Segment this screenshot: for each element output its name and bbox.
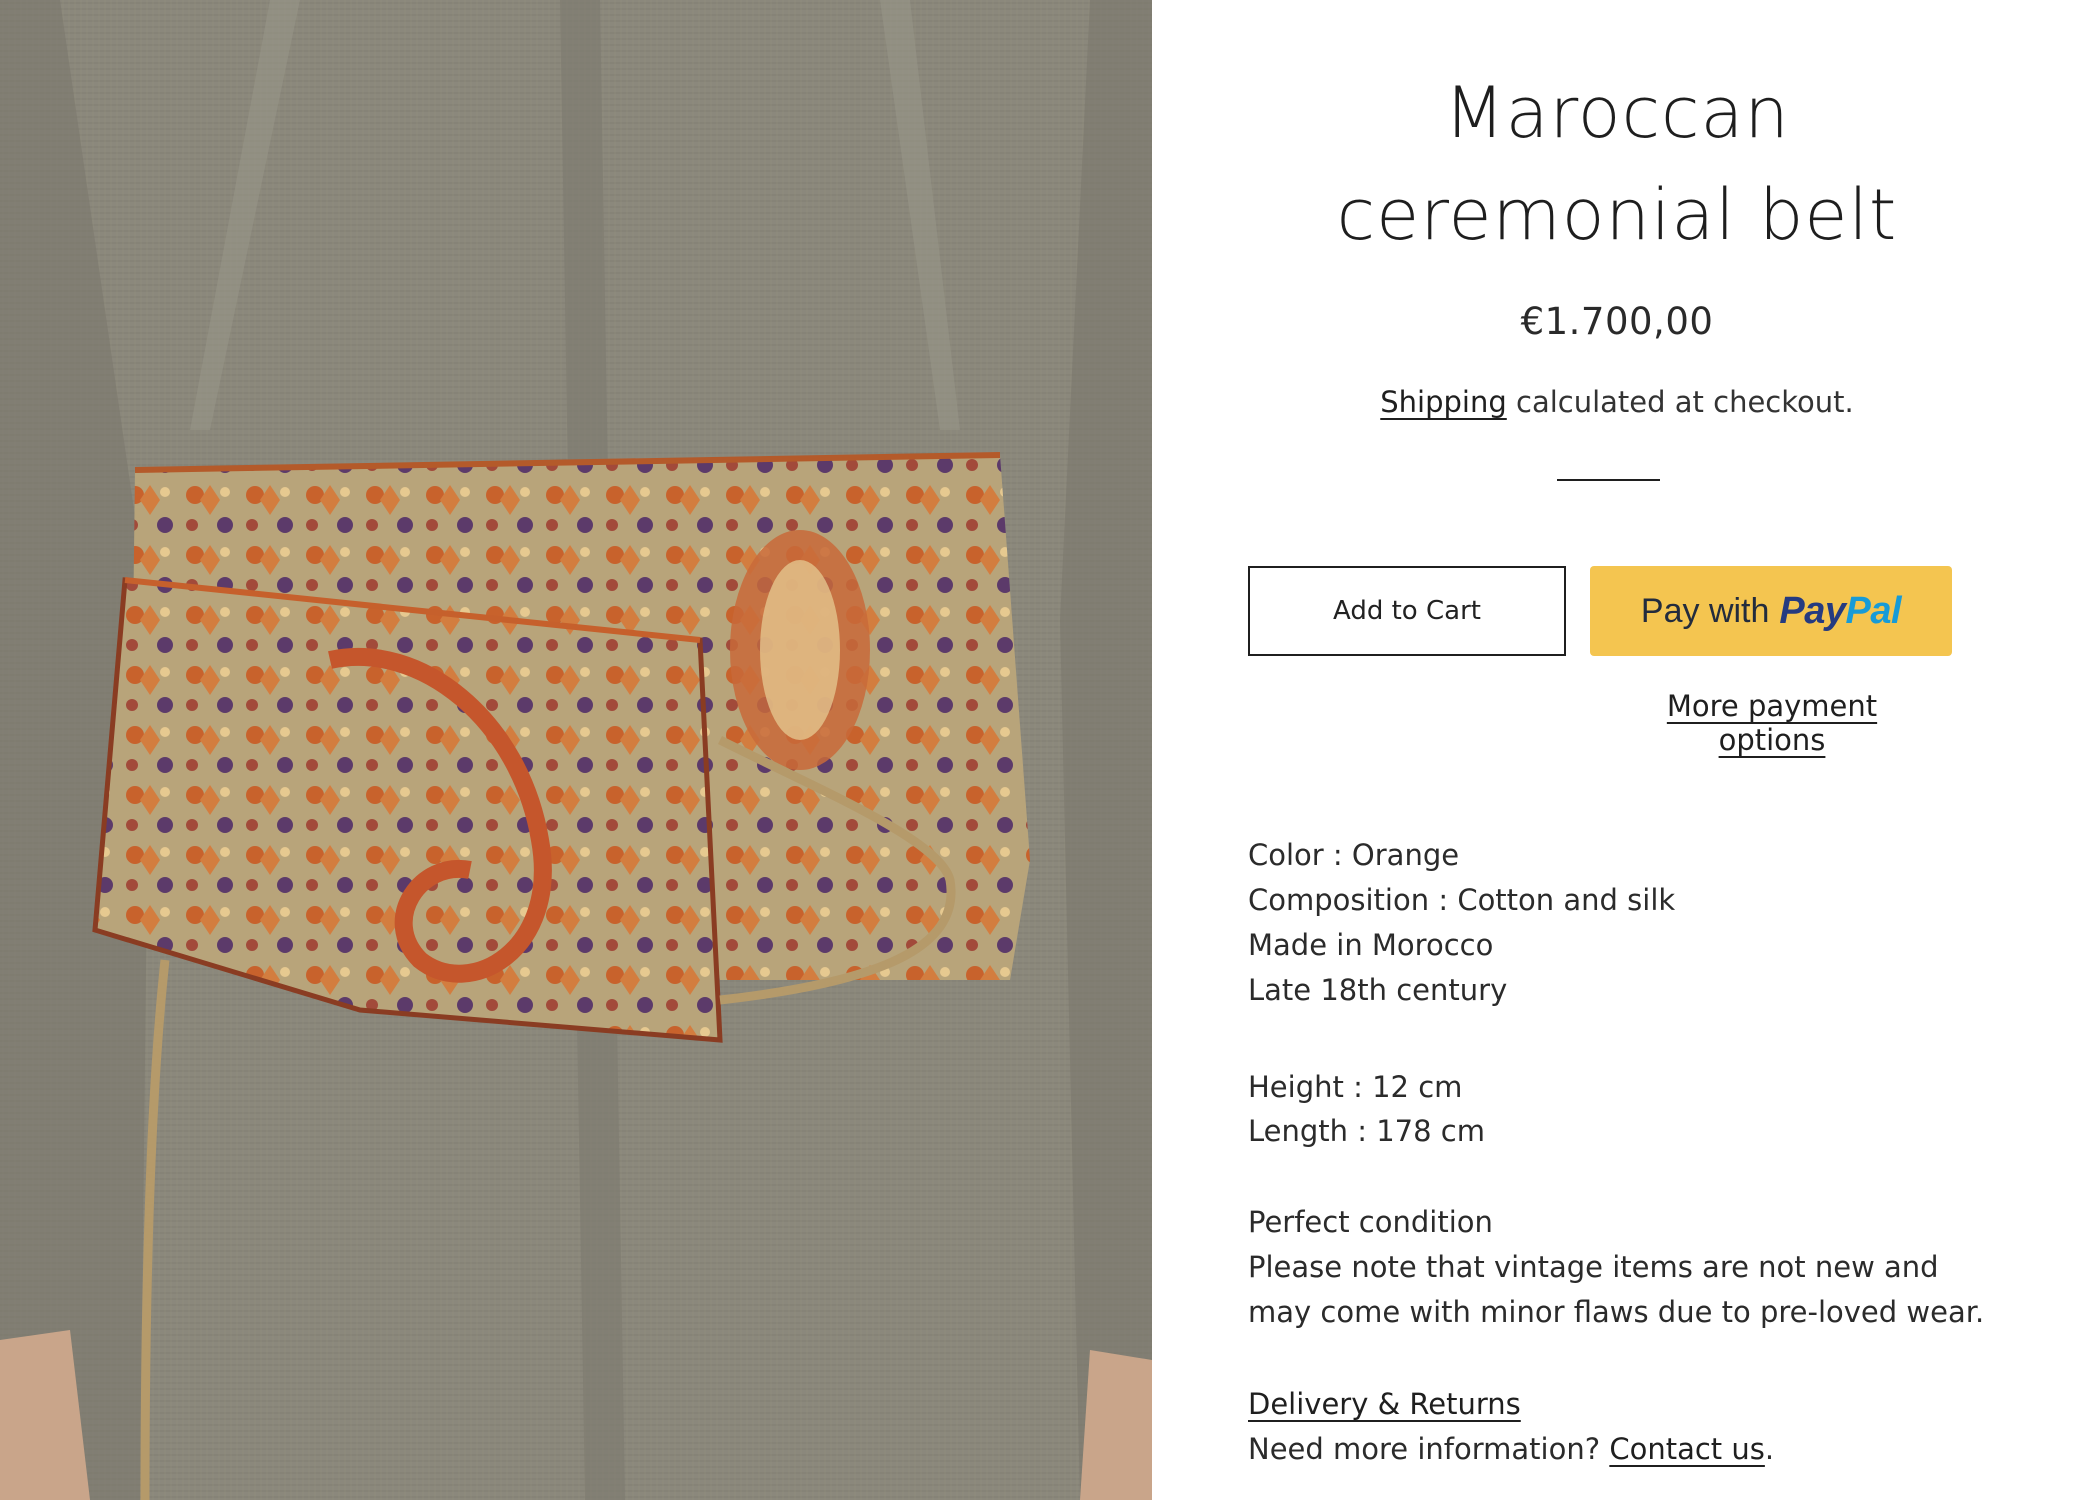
product-photo-illustration: [0, 0, 1152, 1500]
detail-origin: Made in Morocco: [1248, 928, 1494, 962]
product-title-line-2: ceremonial belt: [1336, 174, 1898, 256]
paypal-button[interactable]: Pay with PayPal: [1590, 566, 1952, 656]
detail-era: Late 18th century: [1248, 973, 1508, 1007]
shipping-note: Shipping calculated at checkout.: [1232, 385, 2002, 419]
shipping-note-text: calculated at checkout.: [1506, 385, 1854, 419]
paypal-logo: PayPal: [1779, 590, 1901, 633]
help-links: Delivery & Returns Need more information…: [1248, 1382, 1988, 1472]
detail-height: Height : 12 cm: [1248, 1070, 1463, 1104]
paypal-prefix: Pay with: [1640, 591, 1770, 630]
shipping-link[interactable]: Shipping: [1380, 385, 1507, 419]
product-price: €1.700,00: [1520, 300, 1714, 343]
product-dimensions: Height : 12 cm Length : 178 cm: [1248, 1065, 1988, 1153]
detail-composition: Composition : Cotton and silk: [1248, 883, 1676, 917]
delivery-returns-link[interactable]: Delivery & Returns: [1248, 1387, 1521, 1421]
product-title: Maroccan ceremonial belt: [1232, 62, 2002, 266]
product-image[interactable]: [0, 0, 1152, 1500]
info-suffix: .: [1764, 1432, 1775, 1466]
info-prefix: Need more information?: [1248, 1432, 1610, 1466]
divider: [1557, 479, 1660, 481]
detail-length: Length : 178 cm: [1248, 1114, 1485, 1148]
paypal-logo-pay: Pay: [1779, 589, 1846, 632]
detail-color: Color : Orange: [1248, 838, 1460, 872]
product-details: Color : Orange Composition : Cotton and …: [1248, 833, 1988, 1013]
product-info: Maroccan ceremonial belt €1.700,00 Shipp…: [1152, 0, 2082, 1500]
paypal-logo-pal: Pal: [1845, 589, 1902, 632]
product-condition: Perfect condition Please note that vinta…: [1248, 1200, 1988, 1335]
detail-condition: Perfect condition: [1248, 1205, 1493, 1239]
detail-condition-note: Please note that vintage items are not n…: [1248, 1250, 1985, 1329]
contact-us-link[interactable]: Contact us: [1609, 1432, 1765, 1466]
product-page: Maroccan ceremonial belt €1.700,00 Shipp…: [0, 0, 2082, 1500]
more-payment-options-link[interactable]: More payment options: [1622, 689, 1922, 757]
product-title-line-1: Maroccan: [1444, 72, 1790, 154]
add-to-cart-button[interactable]: Add to Cart: [1248, 566, 1566, 656]
